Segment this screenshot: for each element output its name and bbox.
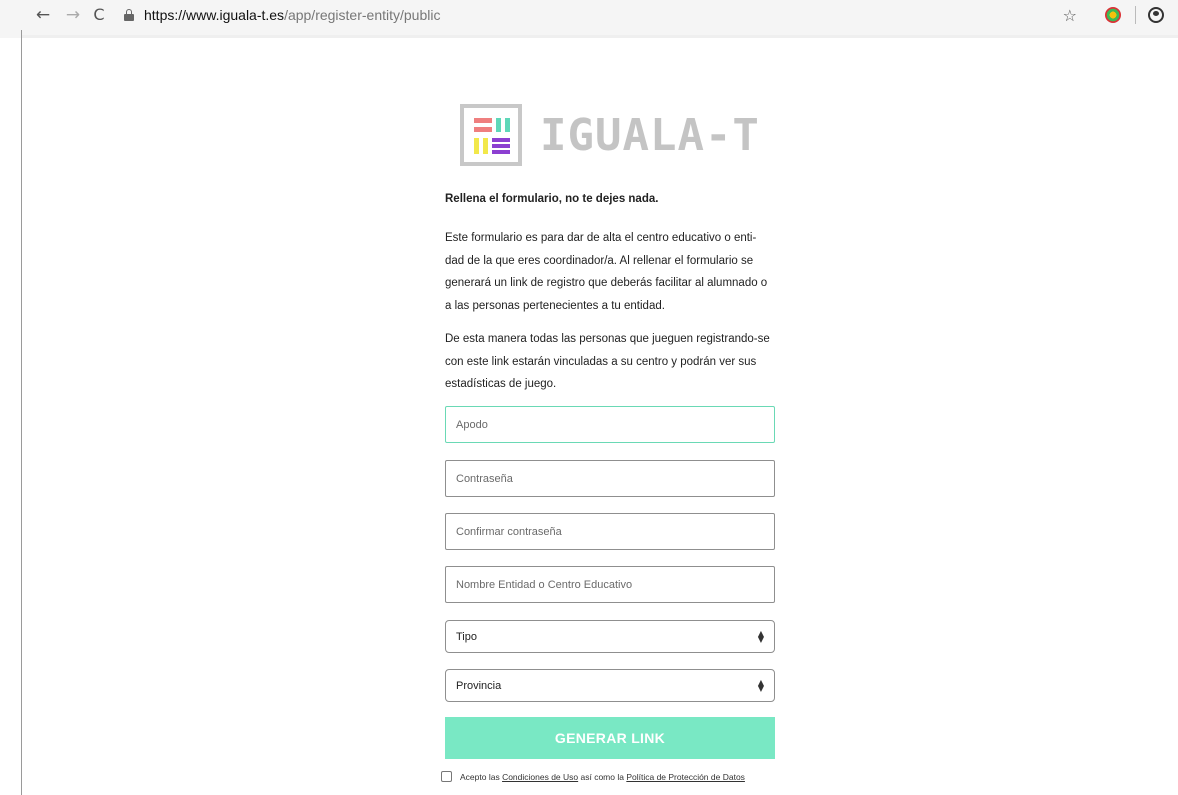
logo-text: IGUALA-T — [540, 109, 760, 161]
back-arrow-icon[interactable]: ← — [32, 4, 54, 26]
generate-link-button[interactable]: GENERAR LINK — [445, 717, 775, 759]
tipo-select-value: Tipo — [456, 630, 477, 643]
bookmark-star-icon[interactable]: ☆ — [1063, 6, 1077, 25]
tipo-select[interactable]: Tipo ▲ ▼ — [445, 620, 775, 653]
apodo-input[interactable] — [445, 406, 775, 443]
confirm-password-input[interactable] — [445, 513, 775, 550]
entity-name-input[interactable] — [445, 566, 775, 603]
extension-icon[interactable] — [1105, 7, 1121, 23]
address-bar[interactable]: https://www.iguala-t.es/app/register-ent… — [124, 4, 1024, 26]
reload-icon[interactable]: C — [88, 4, 110, 26]
terms-of-use-link[interactable]: Condiciones de Uso — [502, 772, 578, 782]
app-logo: IGUALA-T — [460, 104, 760, 166]
terms-text: Acepto las Condiciones de Uso así como l… — [460, 768, 745, 786]
terms-row: Acepto las Condiciones de Uso así como l… — [441, 768, 786, 786]
form-heading: Rellena el formulario, no te dejes nada. — [445, 193, 659, 205]
forward-arrow-icon[interactable]: → — [62, 4, 84, 26]
toolbar-divider — [1135, 6, 1136, 24]
select-arrows-icon: ▲ ▼ — [757, 677, 764, 693]
intro-paragraph-1: Este formulario es para dar de alta el c… — [445, 232, 768, 312]
toolbar-icons: ☆ — [1063, 4, 1178, 26]
terms-checkbox[interactable] — [441, 771, 452, 782]
logo-mark-icon — [460, 104, 522, 166]
lock-icon — [124, 9, 134, 21]
url-path: /app/register-entity/public — [284, 7, 441, 23]
select-arrows-icon: ▲ ▼ — [757, 628, 764, 644]
provincia-select[interactable]: Provincia ▲ ▼ — [445, 669, 775, 702]
provincia-select-value: Provincia — [456, 679, 502, 692]
terms-prefix: Acepto las — [460, 772, 503, 782]
profile-icon[interactable] — [1148, 7, 1164, 23]
password-input[interactable] — [445, 460, 775, 497]
terms-middle: así como la — [578, 772, 627, 782]
url-host: https://www.iguala-t.es — [144, 7, 285, 23]
intro-paragraph-2: De esta manera todas las personas que ju… — [445, 333, 770, 390]
browser-toolbar: ← → C https://www.iguala-t.es/app/regist… — [0, 0, 1178, 38]
privacy-policy-link[interactable]: Política de Protección de Datos — [626, 772, 745, 782]
